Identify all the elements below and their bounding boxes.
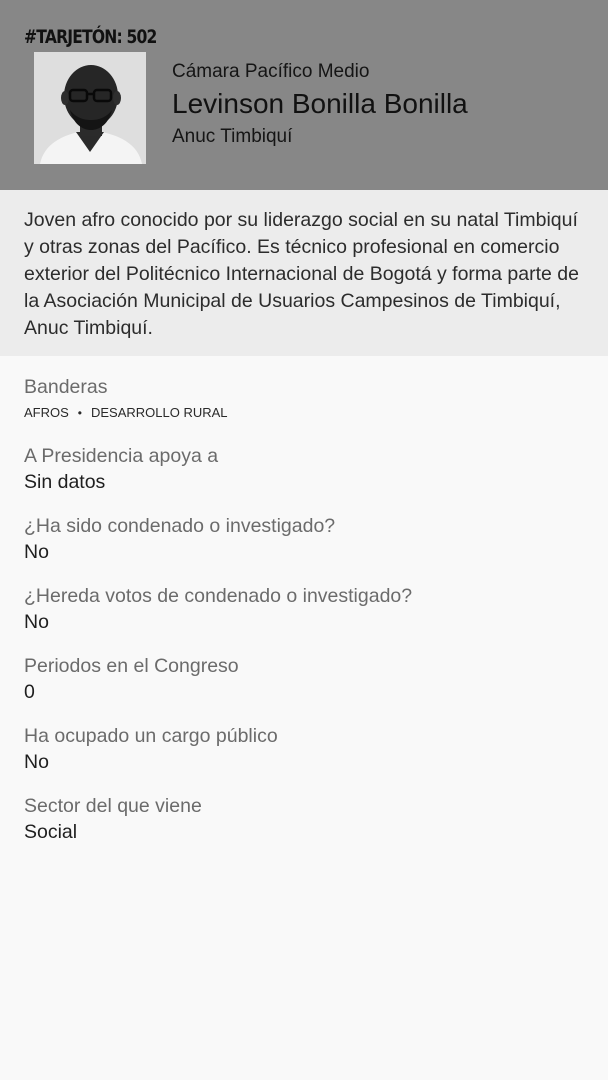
president-support-label: A Presidencia apoya a (24, 445, 219, 467)
president-support-value: Sin datos (24, 471, 106, 493)
ballot-code: #TARJETÓN: 502 (24, 26, 157, 48)
convicted-field: ¿Ha sido condenado o investigado? No (24, 513, 584, 566)
congress-periods-label: Periodos en el Congreso (24, 655, 239, 677)
flags-field: Banderas AFROS • DESARROLLO RURAL (24, 374, 584, 426)
flags-label: Banderas (24, 376, 108, 398)
public-office-field: Ha ocupado un cargo público No (24, 723, 584, 776)
sector-field: Sector del que viene Social (24, 793, 584, 846)
bio-text: Joven afro conocido por su liderazgo soc… (24, 209, 579, 339)
flag-tag: AFROS (24, 405, 69, 420)
inherits-votes-label: ¿Hereda votos de condenado o investigado… (24, 585, 413, 607)
details-section: Banderas AFROS • DESARROLLO RURAL A Presid… (24, 374, 584, 863)
inherits-votes-value: No (24, 611, 49, 633)
public-office-value: No (24, 751, 49, 773)
convicted-label: ¿Ha sido condenado o investigado? (24, 515, 336, 537)
chamber-label: Cámara Pacífico Medio (172, 61, 370, 82)
flag-tag: DESARROLLO RURAL (91, 405, 228, 420)
congress-periods-value: 0 (24, 681, 35, 703)
sector-value: Social (24, 821, 78, 843)
candidate-portrait-image (34, 52, 146, 164)
candidate-photo (34, 52, 146, 164)
public-office-label: Ha ocupado un cargo público (24, 725, 278, 747)
party-name: Anuc Timbiquí (172, 126, 293, 147)
candidate-header: #TARJETÓN: 502 Cámara Pacífico Medio Lev… (0, 0, 608, 190)
bio-section: Joven afro conocido por su liderazgo soc… (0, 190, 608, 356)
sector-label: Sector del que viene (24, 795, 202, 817)
president-support-field: A Presidencia apoya a Sin datos (24, 443, 584, 496)
flag-separator: • (77, 406, 82, 420)
congress-periods-field: Periodos en el Congreso 0 (24, 653, 584, 706)
convicted-value: No (24, 541, 49, 563)
inherits-votes-field: ¿Hereda votos de condenado o investigado… (24, 583, 584, 636)
flags-list: AFROS • DESARROLLO RURAL (24, 400, 584, 426)
candidate-name: Levinson Bonilla Bonilla (172, 88, 468, 119)
